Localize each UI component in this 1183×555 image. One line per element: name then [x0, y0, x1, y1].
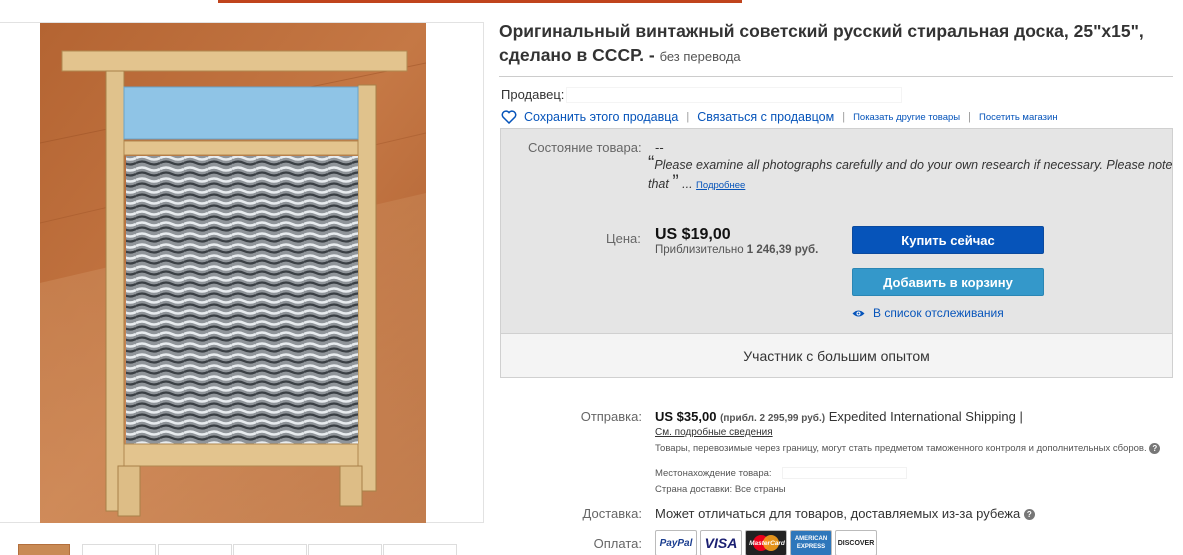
delivery-value-text: Может отличаться для товаров, доставляем… — [655, 506, 1021, 521]
contact-seller-link[interactable]: Связаться с продавцом — [697, 110, 834, 124]
price-approx: Приблизительно 1 246,39 руб. — [655, 244, 818, 256]
discover-logo: DISCOVER — [835, 530, 877, 555]
shipping-price: US $35,00 — [655, 409, 717, 424]
condition-value: -- — [655, 140, 664, 155]
thumbnail-strip — [0, 544, 484, 555]
thumbnail[interactable] — [82, 544, 156, 555]
divider — [499, 76, 1173, 77]
condition-label: Состояние товара: — [528, 140, 642, 155]
price-label: Цена: — [606, 231, 641, 246]
top-accent-strip — [218, 0, 742, 3]
seller-label: Продавец: — [501, 87, 565, 102]
separator: | — [842, 111, 846, 123]
shipping-approx: (прибл. 2 295,99 руб.) — [720, 413, 826, 424]
mastercard-text: MasterCard — [749, 540, 785, 547]
delivery-label: Доставка: — [582, 506, 642, 521]
delivery-value: Может отличаться для товаров, доставляем… — [655, 506, 1035, 521]
customs-note: Товары, перевозимые через границу, могут… — [655, 442, 1165, 455]
seller-level: Участник с большим опытом — [501, 333, 1172, 377]
save-seller-link[interactable]: Сохранить этого продавца — [524, 110, 678, 124]
more-details-link[interactable]: Подробнее — [696, 180, 745, 191]
thumbnail[interactable] — [308, 544, 382, 555]
mastercard-logo: MasterCard — [745, 530, 787, 555]
visa-logo: VISA — [700, 530, 742, 555]
item-photo[interactable] — [40, 23, 426, 523]
price-value: US $19,00 — [655, 226, 731, 243]
payment-label: Оплата: — [593, 536, 642, 551]
buy-now-button[interactable]: Купить сейчас — [852, 226, 1044, 254]
watchlist-label: В список отслеживания — [873, 306, 1004, 320]
heart-icon[interactable] — [501, 110, 517, 124]
item-location-redacted — [782, 467, 907, 479]
eye-icon — [852, 310, 865, 316]
visit-store-link[interactable]: Посетить магазин — [979, 112, 1058, 123]
help-icon[interactable]: ? — [1023, 509, 1035, 521]
close-quote: ” — [672, 172, 679, 193]
image-viewer — [0, 22, 484, 523]
no-translation-note: без перевода — [659, 49, 741, 64]
add-to-cart-button[interactable]: Добавить в корзину — [852, 268, 1044, 296]
paypal-logo: PayPal — [655, 530, 697, 555]
separator: | — [968, 111, 971, 123]
payment-methods: PayPal VISA MasterCard AMERICAN EXPRESS … — [655, 530, 877, 555]
thumbnail[interactable] — [158, 544, 232, 555]
shipping-value: US $35,00 (прибл. 2 295,99 руб.) Expedit… — [655, 409, 1023, 424]
amex-logo: AMERICAN EXPRESS — [790, 530, 832, 555]
item-title-text: Оригинальный винтажный советский русский… — [499, 21, 1144, 65]
shipping-details-link[interactable]: См. подробные сведения — [655, 427, 773, 438]
help-icon[interactable]: ? — [1149, 442, 1161, 454]
seller-links: Сохранить этого продавца | Связаться с п… — [501, 109, 1058, 125]
customs-note-text: Товары, перевозимые через границу, могут… — [655, 443, 1147, 454]
seller-name-redacted[interactable] — [566, 87, 902, 103]
thumbnail[interactable] — [18, 544, 70, 555]
item-location-label: Местонахождение товара: — [655, 468, 772, 479]
shipping-service: Expedited International Shipping | — [828, 409, 1023, 424]
price-approx-value: 1 246,39 руб. — [746, 244, 819, 256]
price-approx-prefix: Приблизительно — [655, 244, 744, 256]
condition-quote: “Please examine all photographs carefull… — [648, 153, 1173, 193]
watchlist-link[interactable]: В список отслеживания — [852, 306, 1004, 320]
separator: | — [686, 111, 690, 123]
shipping-label: Отправка: — [580, 409, 642, 424]
item-title: Оригинальный винтажный советский русский… — [499, 19, 1179, 69]
ship-to-countries: Страна доставки: Все страны — [655, 484, 786, 495]
thumbnail[interactable] — [383, 544, 457, 555]
other-items-link[interactable]: Показать другие товары — [853, 112, 960, 123]
thumbnail[interactable] — [233, 544, 307, 555]
